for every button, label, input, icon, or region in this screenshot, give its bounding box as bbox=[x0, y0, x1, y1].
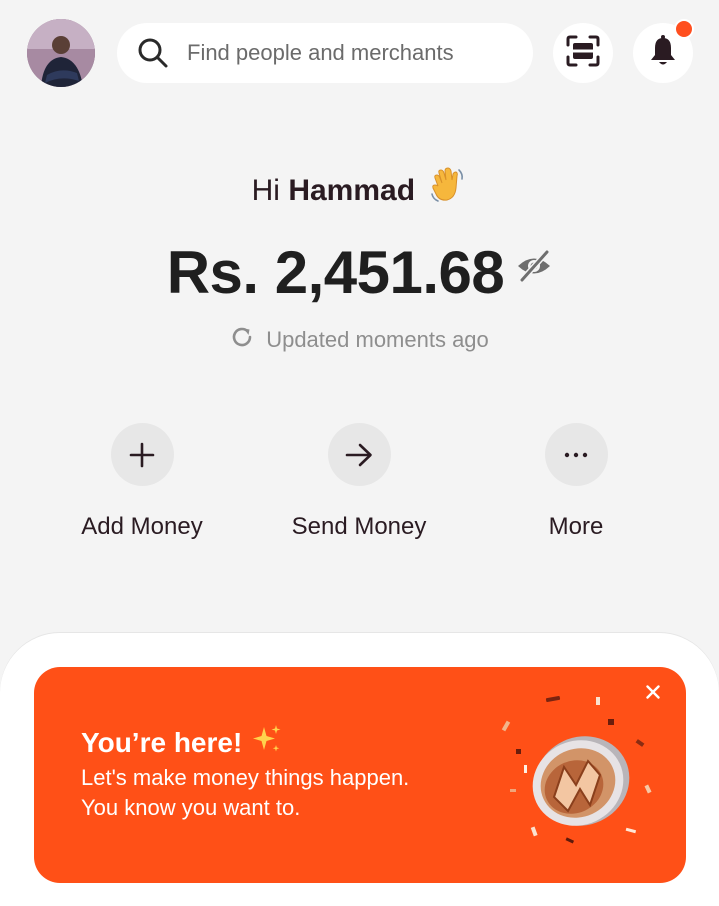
updated-text: Updated moments ago bbox=[266, 327, 489, 352]
send-money-label: Send Money bbox=[291, 513, 427, 540]
add-money-label: Add Money bbox=[81, 513, 203, 540]
refresh-icon[interactable] bbox=[230, 325, 254, 355]
more-label: More bbox=[548, 513, 604, 540]
send-money-button[interactable]: Send Money bbox=[259, 423, 459, 541]
notification-dot bbox=[674, 19, 694, 39]
more-button[interactable]: More bbox=[476, 423, 676, 541]
search-input[interactable] bbox=[187, 40, 507, 66]
updated-status[interactable]: Updated moments ago bbox=[0, 325, 719, 355]
coin-icon bbox=[496, 689, 676, 864]
promo-banner[interactable]: You’re here! Let's make money things hap… bbox=[34, 667, 686, 883]
sparkles-icon bbox=[250, 723, 282, 762]
eye-off-icon[interactable] bbox=[516, 249, 552, 288]
avatar[interactable] bbox=[27, 19, 95, 87]
user-name: Hammad bbox=[288, 174, 416, 207]
promo-title: You’re here! bbox=[81, 723, 282, 762]
balance-amount: Rs. 2,451.68 bbox=[166, 239, 505, 306]
bell-icon bbox=[649, 34, 677, 72]
search-icon bbox=[137, 37, 169, 69]
scan-icon bbox=[566, 35, 600, 72]
search-bar[interactable] bbox=[117, 23, 533, 83]
promo-line-1: Let's make money things happen. bbox=[81, 765, 410, 790]
greeting: Hi Hammad bbox=[0, 166, 719, 212]
greeting-prefix: Hi bbox=[251, 174, 280, 207]
promo-title-text: You’re here! bbox=[81, 726, 243, 758]
plus-icon[interactable] bbox=[110, 423, 174, 486]
add-money-button[interactable]: Add Money bbox=[42, 423, 242, 541]
waving-hand-icon bbox=[429, 166, 467, 212]
arrow-right-icon[interactable] bbox=[327, 423, 391, 486]
more-dots-icon[interactable] bbox=[544, 423, 608, 486]
balance-row: Rs. 2,451.68 bbox=[0, 238, 719, 307]
scan-button[interactable] bbox=[553, 23, 613, 83]
promo-line-2: You know you want to. bbox=[81, 795, 301, 820]
